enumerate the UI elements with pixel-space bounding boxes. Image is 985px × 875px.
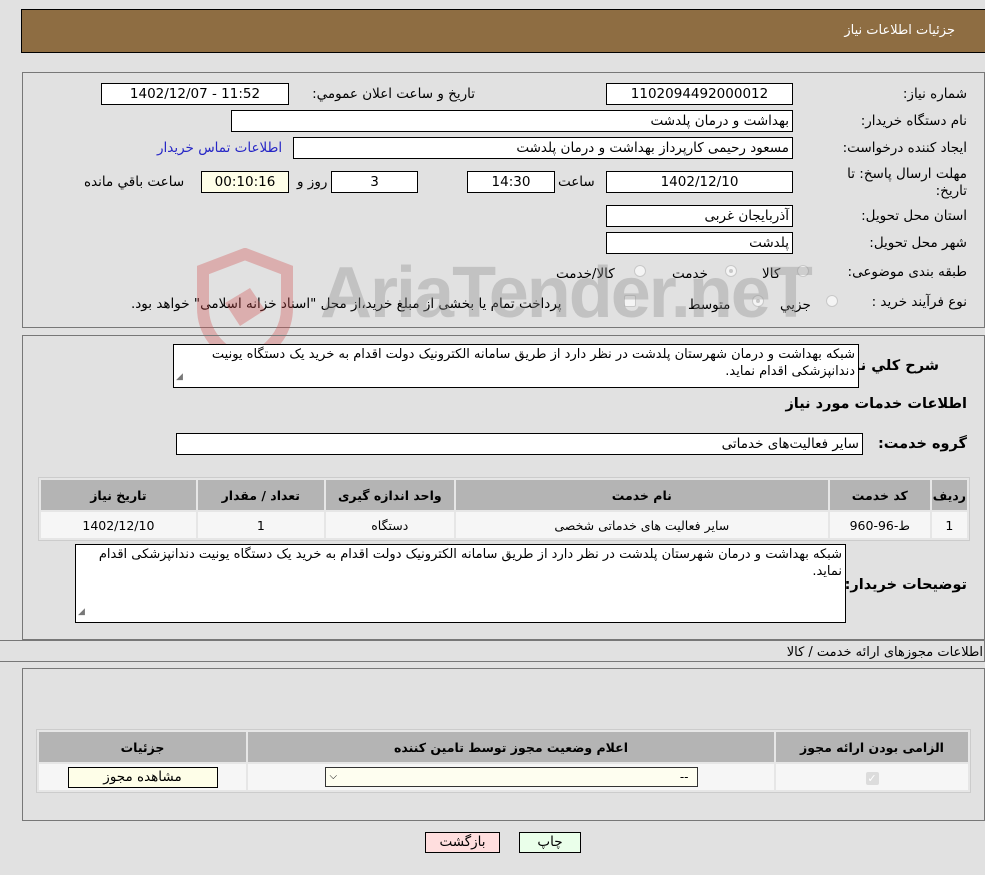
services-heading: اطلاعات خدمات مورد نیاز bbox=[785, 396, 967, 412]
resize-handle-icon[interactable]: ◢ bbox=[78, 604, 85, 621]
description-text: شبکه بهداشت و درمان شهرستان پلدشت در نظر… bbox=[211, 347, 855, 379]
cell-permit-status: -- ⌵ bbox=[246, 762, 776, 792]
category-label: طبقه بندی موضوعی: bbox=[847, 264, 967, 280]
remaining-time-field: 00:10:16 bbox=[201, 171, 289, 193]
services-table: ردیف کد خدمت نام خدمت واحد اندازه گیری ت… bbox=[39, 478, 970, 540]
services-table-header: ردیف کد خدمت نام خدمت واحد اندازه گیری ت… bbox=[39, 478, 970, 512]
back-button[interactable]: بازگشت bbox=[425, 832, 500, 853]
purchase-option-medium: متوسط bbox=[688, 297, 731, 313]
col-service-name: نام خدمت bbox=[453, 478, 830, 512]
page-header: جزئیات اطلاعات نیاز bbox=[21, 9, 985, 53]
announce-date-field[interactable]: 1402/12/07 - 11:52 bbox=[101, 83, 289, 105]
cell-service-name: سایر فعالیت های خدماتی شخصی bbox=[453, 510, 830, 540]
buyer-notes-label: توضیحات خریدار: bbox=[844, 577, 967, 593]
cell-service-code: ط-96-960 bbox=[827, 510, 932, 540]
buyer-org-field[interactable]: بهداشت و درمان پلدشت bbox=[231, 110, 793, 132]
days-field[interactable]: 3 bbox=[331, 171, 418, 193]
treasury-checkbox[interactable] bbox=[624, 295, 636, 307]
service-group-field[interactable]: سایر فعالیت‌های خدماتی bbox=[176, 433, 863, 455]
cell-quantity: 1 bbox=[195, 510, 326, 540]
permit-status-select[interactable]: -- ⌵ bbox=[324, 767, 698, 787]
permits-table-wrapper: الزامی بودن ارائه مجوز اعلام وضعیت مجوز … bbox=[36, 729, 971, 793]
deadline-time-field[interactable]: 14:30 bbox=[467, 171, 555, 193]
chevron-down-icon: ⌵ bbox=[329, 771, 338, 782]
remaining-label: ساعت باقي مانده bbox=[84, 174, 185, 190]
description-textarea[interactable]: شبکه بهداشت و درمان شهرستان پلدشت در نظر… bbox=[173, 344, 859, 388]
city-field[interactable]: پلدشت bbox=[606, 232, 793, 254]
province-field[interactable]: آذربایجان غربی bbox=[606, 205, 793, 227]
permits-heading: اطلاعات مجوزهای ارائه خدمت / کالا bbox=[786, 645, 983, 660]
cell-permit-required: ✓ bbox=[774, 762, 970, 792]
announce-label: تاریخ و ساعت اعلان عمومي: bbox=[312, 86, 475, 102]
deadline-label-2: تاریخ: bbox=[935, 183, 967, 199]
need-number-label: شماره نیاز: bbox=[902, 86, 967, 102]
page-title: جزئیات اطلاعات نیاز bbox=[844, 23, 955, 38]
category-radio-goods[interactable] bbox=[797, 265, 809, 277]
buyer-notes-text: شبکه بهداشت و درمان شهرستان پلدشت در نظر… bbox=[98, 547, 842, 579]
col-permit-required: الزامی بودن ارائه مجوز bbox=[774, 730, 970, 764]
category-radio-goods-service[interactable] bbox=[634, 265, 646, 277]
buyer-contact-link[interactable]: اطلاعات تماس خریدار bbox=[157, 140, 282, 156]
print-button[interactable]: چاپ bbox=[519, 832, 581, 853]
permits-table: الزامی بودن ارائه مجوز اعلام وضعیت مجوز … bbox=[37, 730, 970, 792]
deadline-date-field[interactable]: 1402/12/10 bbox=[606, 171, 793, 193]
service-group-label: گروه خدمت: bbox=[877, 436, 967, 452]
col-unit: واحد اندازه گیری bbox=[323, 478, 456, 512]
permits-table-header: الزامی بودن ارائه مجوز اعلام وضعیت مجوز … bbox=[37, 730, 970, 764]
col-row: ردیف bbox=[929, 478, 970, 512]
creator-label: ایجاد کننده درخواست: bbox=[842, 140, 967, 156]
days-label: روز و bbox=[297, 174, 328, 190]
permit-status-value: -- bbox=[679, 770, 689, 784]
category-option-service: خدمت bbox=[672, 266, 708, 282]
col-service-code: کد خدمت bbox=[827, 478, 932, 512]
col-permit-details: جزئیات bbox=[37, 730, 248, 764]
permit-required-checkbox: ✓ bbox=[865, 771, 879, 785]
purchase-option-minor: جزيي bbox=[780, 297, 811, 313]
category-radio-service[interactable] bbox=[725, 265, 737, 277]
deadline-label-1: مهلت ارسال پاسخ: تا bbox=[847, 166, 967, 182]
province-label: استان محل تحویل: bbox=[861, 208, 967, 224]
category-option-goods-service: کالا/خدمت bbox=[556, 266, 615, 282]
services-table-wrapper: ردیف کد خدمت نام خدمت واحد اندازه گیری ت… bbox=[38, 477, 970, 541]
deadline-time-label: ساعت bbox=[558, 174, 595, 190]
col-quantity: تعداد / مقدار bbox=[195, 478, 326, 512]
cell-need-date: 1402/12/10 bbox=[39, 510, 198, 540]
buyer-notes-textarea[interactable]: شبکه بهداشت و درمان شهرستان پلدشت در نظر… bbox=[75, 544, 846, 623]
city-label: شهر محل تحویل: bbox=[869, 235, 967, 251]
view-permit-button[interactable]: مشاهده مجوز bbox=[67, 766, 218, 788]
table-row: ✓ -- ⌵ مشاهده مجوز bbox=[37, 762, 970, 792]
buyer-org-label: نام دستگاه خریدار: bbox=[860, 113, 967, 129]
creator-field[interactable]: مسعود رحیمی کارپرداز بهداشت و درمان پلدش… bbox=[293, 137, 793, 159]
cell-row: 1 bbox=[929, 510, 970, 540]
category-option-goods: کالا bbox=[762, 266, 781, 282]
purchase-radio-minor[interactable] bbox=[826, 295, 838, 307]
purchase-radio-medium[interactable] bbox=[752, 295, 764, 307]
purchase-type-label: نوع فرآیند خرید : bbox=[871, 294, 967, 310]
table-row: 1 ط-96-960 سایر فعالیت های خدماتی شخصی د… bbox=[39, 510, 970, 540]
cell-permit-details: مشاهده مجوز bbox=[37, 762, 248, 792]
cell-unit: دستگاه bbox=[323, 510, 456, 540]
treasury-note: پرداخت تمام یا بخشی از مبلغ خرید،از محل … bbox=[131, 296, 562, 312]
need-number-field[interactable]: 1102094492000012 bbox=[606, 83, 793, 105]
col-need-date: تاریخ نیاز bbox=[39, 478, 198, 512]
col-permit-status: اعلام وضعیت مجوز توسط تامین کننده bbox=[246, 730, 776, 764]
resize-handle-icon[interactable]: ◢ bbox=[176, 369, 183, 386]
